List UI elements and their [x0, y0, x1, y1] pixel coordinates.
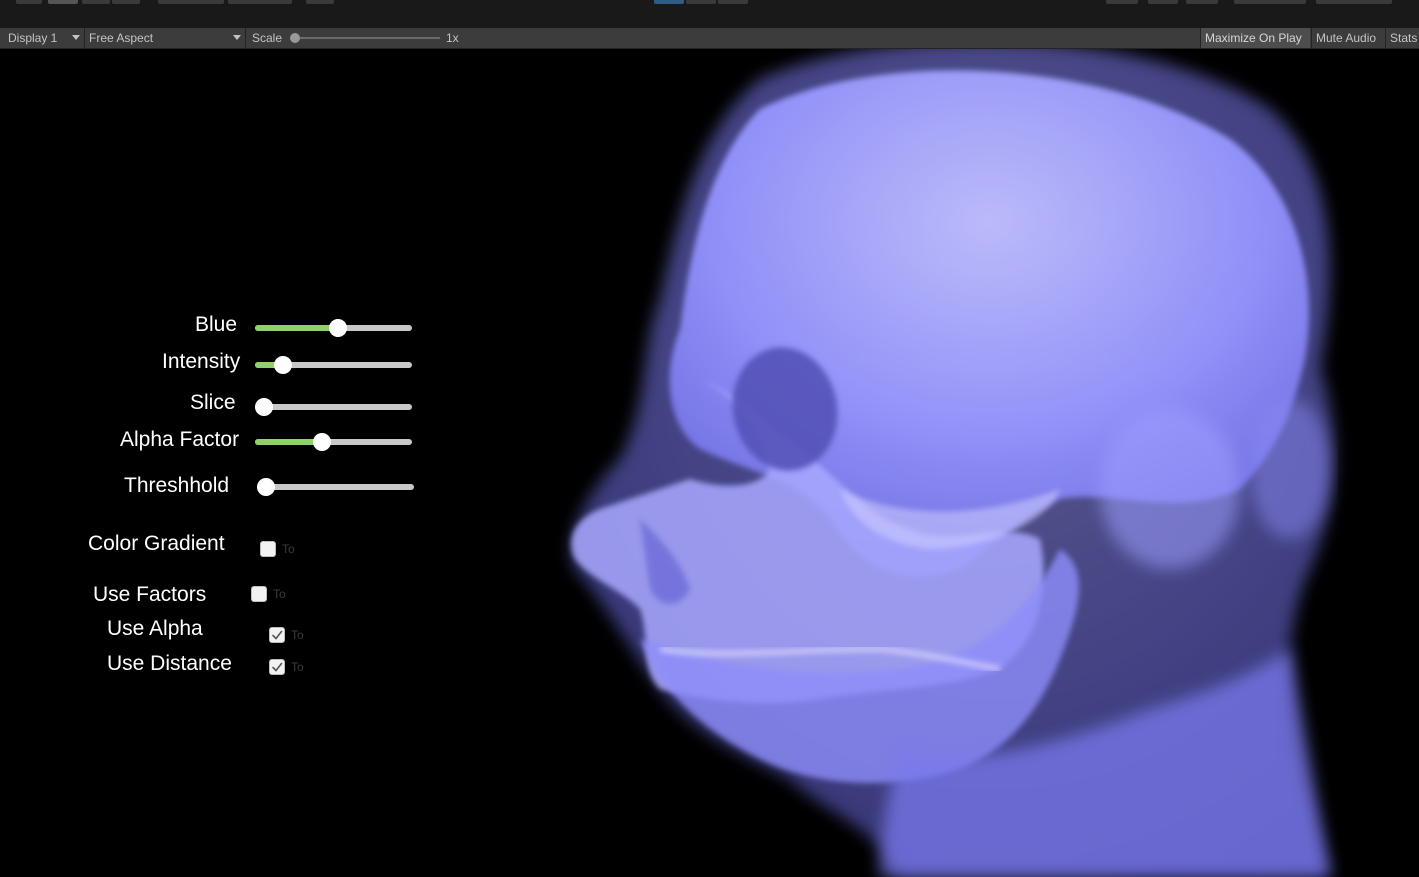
mute-audio-label: Mute Audio [1316, 31, 1377, 45]
slice-label: Slice [190, 391, 236, 414]
scale-slider-track[interactable] [294, 37, 440, 39]
use-alpha-checkbox[interactable] [269, 627, 285, 643]
slider-track [257, 484, 414, 490]
game-view-toolbar: Display 1 Free Aspect Scale 1x Maximize … [0, 28, 1419, 49]
toolbar-button[interactable] [228, 0, 292, 4]
skull-volume-render [571, 49, 1334, 877]
blue-slider[interactable] [255, 319, 412, 337]
toolbar-button[interactable] [112, 0, 140, 4]
slider-thumb[interactable] [255, 398, 273, 416]
toolbar-button[interactable] [1186, 0, 1218, 4]
checkmark-icon [272, 630, 283, 640]
slider-thumb[interactable] [329, 319, 347, 337]
toolbar-button[interactable] [1106, 0, 1138, 4]
color-gradient-checkbox[interactable] [260, 541, 276, 557]
scale-value: 1x [446, 31, 459, 45]
scale-label: Scale [252, 31, 283, 45]
use-distance-checkbox[interactable] [269, 659, 285, 675]
use-alpha-label: Use Alpha [107, 617, 203, 640]
toolbar-button[interactable] [82, 0, 110, 4]
maximize-on-play-label: Maximize On Play [1205, 31, 1302, 45]
step-button[interactable] [718, 0, 748, 4]
alpha-factor-slider[interactable] [255, 433, 412, 451]
mute-audio-button[interactable]: Mute Audio [1311, 28, 1385, 48]
display-dropdown[interactable]: Display 1 [4, 28, 61, 48]
threshhold-label: Threshhold [124, 474, 230, 497]
slider-fill [255, 439, 322, 445]
checkmark-icon [272, 662, 283, 672]
toolbar-button[interactable] [1148, 0, 1178, 4]
slider-track [255, 404, 412, 410]
display-label: Display 1 [8, 31, 58, 45]
toolbar-button[interactable] [158, 0, 224, 4]
use-distance-label: Use Distance [107, 652, 232, 675]
intensity-label: Intensity [162, 350, 241, 373]
toolbar-button[interactable] [48, 0, 78, 4]
editor-toolbar [0, 0, 1419, 29]
play-button[interactable] [654, 0, 684, 4]
toolbar-button[interactable] [1316, 0, 1392, 4]
slider-fill [255, 325, 338, 331]
color-gradient-toggle-text: To [282, 542, 295, 556]
stats-button[interactable]: Stats [1385, 28, 1419, 48]
aspect-dropdown[interactable]: Free Aspect [85, 28, 245, 48]
use-factors-label: Use Factors [93, 583, 207, 606]
intensity-slider[interactable] [255, 356, 412, 374]
slider-thumb[interactable] [313, 433, 331, 451]
scale-slider-thumb[interactable] [290, 33, 300, 43]
threshhold-slider[interactable] [257, 478, 414, 496]
stats-label: Stats [1390, 31, 1418, 45]
toolbar-button[interactable] [16, 0, 42, 4]
game-viewport[interactable]: Blue Intensity Slice Alpha Factor Thresh… [0, 49, 1419, 877]
slider-thumb[interactable] [274, 356, 292, 374]
aspect-label: Free Aspect [89, 31, 154, 45]
use-factors-checkbox[interactable] [251, 586, 267, 602]
blue-label: Blue [195, 313, 238, 336]
toolbar-button[interactable] [306, 0, 334, 4]
pause-button[interactable] [686, 0, 716, 4]
use-distance-toggle-text: To [291, 660, 304, 674]
chevron-down-icon [233, 35, 241, 40]
maximize-on-play-button[interactable]: Maximize On Play [1200, 28, 1310, 48]
chevron-down-icon [72, 35, 80, 40]
color-gradient-label: Color Gradient [88, 532, 225, 555]
toolbar-button[interactable] [1234, 0, 1306, 4]
slider-thumb[interactable] [257, 478, 275, 496]
use-alpha-toggle-text: To [291, 628, 304, 642]
use-factors-toggle-text: To [273, 587, 286, 601]
divider [245, 28, 246, 48]
alpha-factor-label: Alpha Factor [120, 428, 240, 451]
slice-slider[interactable] [255, 398, 412, 416]
